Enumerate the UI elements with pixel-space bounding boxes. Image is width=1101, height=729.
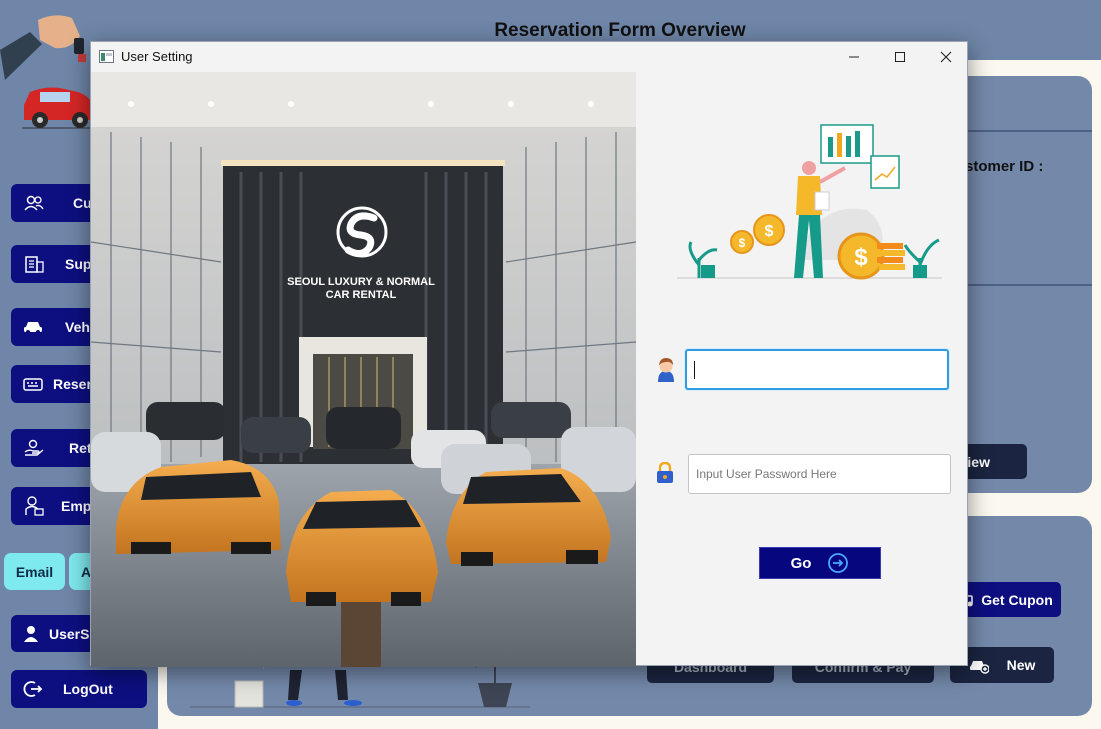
finance-illustration: $ $ $ bbox=[677, 120, 942, 280]
building-icon bbox=[25, 256, 44, 273]
logout-label: LogOut bbox=[63, 681, 113, 697]
username-input[interactable] bbox=[685, 349, 949, 390]
user-avatar-icon bbox=[658, 358, 674, 382]
showroom-illustration: SEOUL LUXURY & NORMAL CAR RENTAL bbox=[91, 72, 636, 667]
password-placeholder: Input User Password Here bbox=[696, 467, 837, 481]
customer-id-label: stomer ID : bbox=[965, 158, 1044, 175]
arrow-right-circle-icon bbox=[828, 553, 849, 573]
hero-sign-line1: SEOUL LUXURY & NORMAL bbox=[287, 276, 435, 288]
svg-text:$: $ bbox=[739, 236, 746, 250]
sidebar-item-label: Veh bbox=[65, 319, 90, 335]
view-button-label: iew bbox=[967, 453, 990, 470]
svg-text:$: $ bbox=[765, 223, 774, 240]
new-label: New bbox=[1006, 657, 1036, 673]
divider bbox=[960, 284, 1092, 286]
maximize-icon bbox=[895, 52, 905, 62]
app-logo bbox=[0, 15, 96, 129]
maximize-button[interactable] bbox=[877, 42, 923, 72]
users-icon bbox=[24, 195, 44, 211]
email-button[interactable]: Email bbox=[4, 553, 65, 590]
minimize-icon bbox=[849, 56, 859, 58]
hand-return-icon bbox=[24, 439, 44, 456]
user-setting-dialog: User Setting SEOUL LUXURY & NORMAL CAR R… bbox=[90, 41, 968, 667]
user-icon bbox=[24, 625, 38, 642]
page-title: Reservation Form Overview bbox=[494, 20, 746, 41]
sidebar-item-label: Reser bbox=[53, 376, 92, 392]
password-input[interactable]: Input User Password Here bbox=[688, 454, 951, 494]
dialog-title: User Setting bbox=[121, 49, 193, 64]
dialog-titlebar[interactable]: User Setting bbox=[91, 42, 967, 72]
go-label: Go bbox=[790, 554, 812, 572]
svg-text:$: $ bbox=[854, 244, 868, 271]
sidebar-item-label: Ret bbox=[69, 440, 92, 456]
sidebar-item-label: Sup bbox=[65, 256, 92, 272]
divider bbox=[960, 130, 1092, 132]
showroom-image: SEOUL LUXURY & NORMAL CAR RENTAL bbox=[91, 72, 636, 667]
logout-button[interactable]: LogOut bbox=[11, 670, 147, 708]
employee-icon bbox=[25, 496, 44, 516]
hero-sign-line2: CAR RENTAL bbox=[326, 289, 397, 301]
lock-icon bbox=[657, 462, 673, 483]
close-icon bbox=[940, 51, 952, 63]
logout-icon bbox=[23, 681, 43, 697]
text-caret bbox=[694, 360, 695, 379]
car-icon bbox=[24, 322, 42, 334]
email-label: Email bbox=[15, 563, 54, 580]
get-coupon-label: Get Cupon bbox=[981, 591, 1053, 608]
window-app-icon bbox=[99, 50, 114, 63]
close-button[interactable] bbox=[923, 42, 969, 72]
keyboard-icon bbox=[23, 378, 43, 391]
minimize-button[interactable] bbox=[831, 42, 877, 72]
new-car-icon bbox=[969, 661, 989, 674]
go-button[interactable]: Go bbox=[759, 547, 881, 579]
